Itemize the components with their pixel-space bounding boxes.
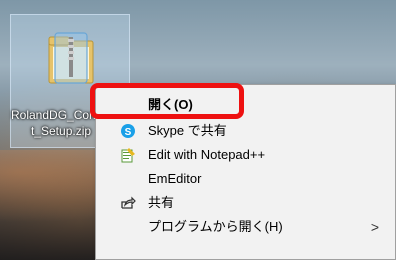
menu-item-notepad-label: Edit with Notepad++	[148, 147, 266, 162]
highlight-annotation	[90, 83, 244, 119]
notepad-plus-plus-icon	[121, 148, 135, 163]
menu-item-share-label: 共有	[148, 195, 175, 210]
zip-folder-icon	[48, 32, 94, 84]
menu-item-skype-label: Skype で共有	[148, 123, 227, 138]
menu-item-emeditor-label: EmEditor	[148, 171, 202, 186]
skype-icon: S	[121, 124, 135, 138]
menu-item-skype-share[interactable]: S Skype で共有	[96, 119, 395, 143]
menu-item-open-with-label: プログラムから開く(H)	[148, 219, 283, 234]
menu-item-open-with[interactable]: プログラムから開く(H) >	[96, 215, 395, 239]
menu-item-share[interactable]: 共有	[96, 191, 395, 215]
menu-item-emeditor[interactable]: EmEditor	[96, 167, 395, 191]
submenu-arrow-icon: >	[370, 219, 379, 235]
share-icon	[121, 196, 136, 209]
svg-text:S: S	[125, 127, 132, 138]
menu-item-notepad-plus-plus[interactable]: Edit with Notepad++	[96, 143, 395, 167]
